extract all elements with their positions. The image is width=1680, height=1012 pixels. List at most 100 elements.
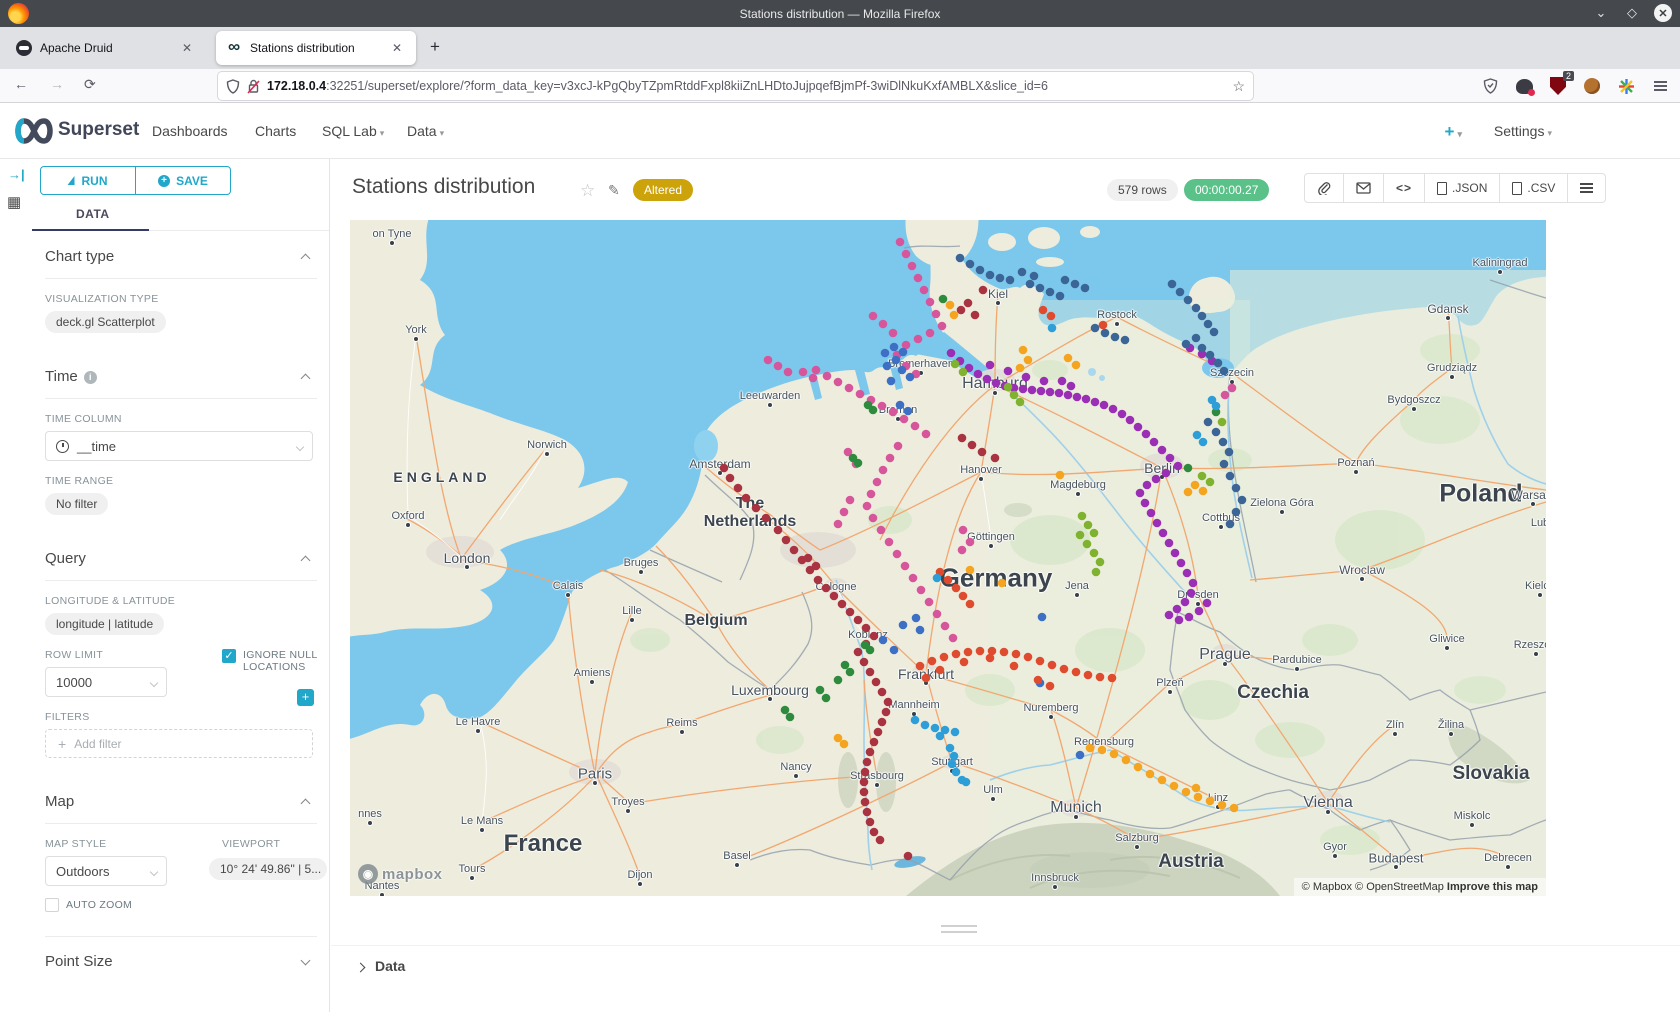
insecure-lock-icon[interactable]: [247, 79, 260, 94]
tracking-shield-icon[interactable]: [226, 79, 240, 94]
control-panel: RUN + SAVE DATA Chart type VISUALIZATION…: [32, 159, 330, 1012]
chevron-down-icon: [301, 956, 311, 966]
chevron-up-icon: [301, 254, 311, 264]
data-results-collapse[interactable]: Data: [331, 945, 1680, 991]
nav-dashboards[interactable]: Dashboards: [152, 123, 228, 139]
export-csv-button[interactable]: .CSV: [1499, 174, 1567, 202]
run-save-group: RUN + SAVE: [40, 166, 231, 195]
mapbox-pin-icon: ◉: [358, 864, 378, 884]
hamburger-icon: [1580, 187, 1593, 189]
mapbox-logo[interactable]: ◉ mapbox: [358, 864, 443, 884]
ublock-badge: 2: [1563, 71, 1574, 81]
row-limit-select[interactable]: 10000: [45, 667, 167, 697]
active-tab-underline: [32, 229, 149, 231]
collapsed-dataset-rail: →| ▦: [0, 159, 32, 1012]
time-range-value[interactable]: No filter: [45, 493, 108, 515]
add-filter-plus-button[interactable]: +: [297, 689, 314, 706]
section-chart-type[interactable]: Chart type: [45, 235, 317, 279]
new-item-button[interactable]: +▾: [1445, 122, 1462, 142]
map-style-label: MAP STYLE: [45, 838, 329, 850]
tab-apache-druid[interactable]: Apache Druid ✕: [6, 31, 206, 65]
panel-tabs: DATA: [32, 201, 329, 231]
checkbox-checked-icon[interactable]: ✓: [222, 649, 236, 663]
edit-properties-icon[interactable]: ✎: [608, 182, 620, 199]
multi-account-mask-icon[interactable]: [1514, 76, 1534, 96]
attrib-mapbox[interactable]: © Mapbox: [1302, 881, 1352, 893]
menu-icon[interactable]: [1650, 76, 1670, 96]
lonlat-label: LONGITUDE & LATITUDE: [45, 595, 329, 607]
save-button[interactable]: + SAVE: [135, 167, 230, 194]
superset-logo[interactable]: [12, 115, 56, 147]
window-close-icon[interactable]: ✕: [1654, 4, 1672, 22]
row-count-badge: 579 rows: [1107, 179, 1178, 201]
time-range-label: TIME RANGE: [45, 475, 329, 487]
chevron-up-icon: [301, 556, 311, 566]
attrib-improve-link[interactable]: Improve this map: [1447, 881, 1538, 893]
info-icon: i: [84, 371, 97, 384]
section-map[interactable]: Map: [45, 780, 317, 824]
window-titlebar[interactable]: Stations distribution — Mozilla Firefox …: [0, 0, 1680, 27]
brand-name[interactable]: Superset: [58, 119, 139, 141]
superset-icon: ∞: [226, 40, 242, 56]
map-canvas[interactable]: on TyneYorkNorwichENGLANDOxfordLondonCal…: [350, 220, 1546, 896]
dataset-grid-icon[interactable]: ▦: [7, 193, 21, 211]
add-filter-box[interactable]: + Add filter: [45, 729, 313, 758]
chevron-up-icon: [301, 374, 311, 384]
window-title: Stations distribution — Mozilla Firefox: [740, 7, 941, 21]
nav-sql-lab[interactable]: SQL Lab▾: [322, 123, 384, 139]
firefox-icon: [8, 3, 29, 24]
browser-toolbar: ← → ⟳ 172.18.0.4 :32251/superset/explore…: [0, 69, 1680, 103]
lonlat-value[interactable]: longitude | latitude: [45, 613, 164, 635]
ublock-icon[interactable]: 2: [1548, 76, 1568, 96]
reload-icon[interactable]: ⟳: [84, 76, 96, 93]
chart-menu-button[interactable]: [1567, 174, 1605, 202]
map-style-select[interactable]: Outdoors: [45, 856, 167, 886]
envelope-icon: [1356, 182, 1371, 194]
file-csv-icon: [1512, 182, 1522, 195]
tab-close-icon[interactable]: ✕: [178, 39, 196, 57]
tab-data[interactable]: DATA: [76, 207, 110, 221]
embed-code-button[interactable]: <>: [1383, 174, 1424, 202]
tab-close-icon[interactable]: ✕: [388, 39, 406, 57]
superset-navbar: Superset Dashboards Charts SQL Lab▾ Data…: [0, 103, 1680, 159]
nav-data[interactable]: Data▾: [407, 123, 444, 139]
tab-stations-distribution[interactable]: ∞ Stations distribution ✕: [216, 31, 416, 65]
viz-type-value[interactable]: deck.gl Scatterplot: [45, 311, 166, 333]
auto-zoom-checkbox[interactable]: AUTO ZOOM: [45, 898, 329, 912]
section-point-size[interactable]: Point Size: [45, 936, 317, 983]
email-button[interactable]: [1343, 174, 1383, 202]
chevron-down-icon: [150, 679, 158, 687]
lightning-icon: [67, 176, 77, 185]
window-maximize-icon[interactable]: ◇: [1623, 4, 1641, 22]
section-time[interactable]: Timei: [45, 355, 317, 399]
viz-type-label: VISUALIZATION TYPE: [45, 293, 329, 305]
attrib-osm[interactable]: © OpenStreetMap: [1355, 881, 1444, 893]
new-tab-button[interactable]: +: [430, 37, 440, 57]
map-attribution: © Mapbox © OpenStreetMap Improve this ma…: [1294, 878, 1546, 896]
favorite-star-icon[interactable]: ☆: [580, 181, 595, 201]
query-duration-badge: 00:00:00.27: [1184, 179, 1269, 201]
nav-charts[interactable]: Charts: [255, 123, 296, 139]
window-shade-icon[interactable]: ⌄: [1592, 4, 1610, 22]
expand-panel-icon[interactable]: →|: [8, 167, 25, 182]
forward-icon[interactable]: →: [50, 76, 64, 92]
back-icon[interactable]: ←: [14, 76, 28, 92]
time-column-select[interactable]: __time: [45, 431, 313, 461]
file-icon: [1437, 182, 1447, 195]
pocket-shield-icon[interactable]: [1480, 76, 1500, 96]
run-button[interactable]: RUN: [41, 167, 135, 194]
viewport-label: VIEWPORT: [222, 838, 280, 850]
section-query[interactable]: Query: [45, 537, 317, 581]
cookie-extension-icon[interactable]: [1582, 76, 1602, 96]
pinwheel-extension-icon[interactable]: [1616, 76, 1636, 96]
url-bar[interactable]: 172.18.0.4 :32251/superset/explore/?form…: [218, 72, 1253, 100]
bookmark-star-icon[interactable]: ☆: [1232, 78, 1245, 95]
export-json-button[interactable]: .JSON: [1424, 174, 1499, 202]
panel-resize-handle[interactable]: [941, 925, 977, 933]
copy-link-button[interactable]: [1305, 174, 1343, 202]
checkbox-unchecked-icon[interactable]: [45, 898, 59, 912]
viewport-value[interactable]: 10° 24' 49.86" | 5...: [209, 858, 327, 880]
settings-menu[interactable]: Settings▾: [1494, 123, 1552, 139]
clock-icon: [56, 440, 69, 453]
ignore-null-checkbox[interactable]: ✓ IGNORE NULL LOCATIONS: [222, 649, 322, 673]
